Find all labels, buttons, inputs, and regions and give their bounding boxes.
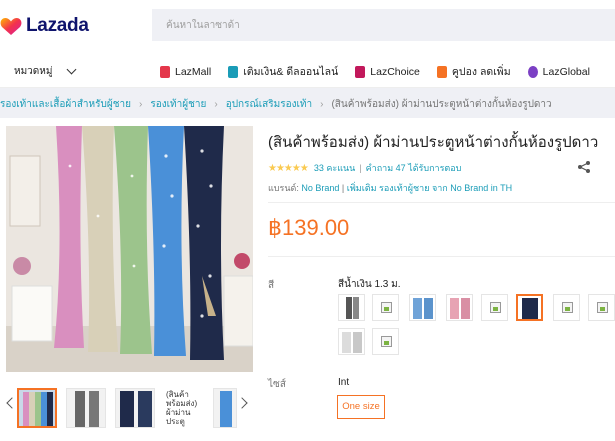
nav-link-lazmall[interactable]: LazMall bbox=[160, 63, 211, 80]
breadcrumb: รองเท้าและเสื้อผ้าสำหรับผู้ชาย › รองเท้าผู… bbox=[0, 88, 615, 118]
brand-row: แบรนด์: No Brand | เพิ่มเติม รองเท้าผู้ช… bbox=[268, 181, 512, 195]
swatch-image bbox=[342, 332, 362, 353]
chevron-right-icon[interactable] bbox=[236, 397, 248, 409]
color-swatch[interactable] bbox=[372, 294, 399, 321]
color-swatch[interactable] bbox=[338, 294, 365, 321]
lazada-heart-icon bbox=[0, 18, 22, 35]
thumbnail[interactable] bbox=[213, 388, 237, 428]
thumbnail-image bbox=[120, 391, 152, 427]
nav-link-lazchoice[interactable]: LazChoice bbox=[355, 63, 420, 80]
color-swatch[interactable] bbox=[409, 294, 436, 321]
chevron-down-icon bbox=[67, 64, 77, 75]
brand-label: แบรนด์: bbox=[268, 183, 299, 193]
selected-color-name: สีน้ำเงิน 1.3 ม. bbox=[338, 279, 401, 290]
separator: | bbox=[359, 163, 362, 173]
swatch-image bbox=[413, 298, 433, 319]
swatch-image bbox=[522, 298, 538, 319]
chevron-left-icon[interactable] bbox=[6, 397, 18, 409]
more-from-brand-link[interactable]: เพิ่มเติม รองเท้าผู้ชาย จาก No Brand in … bbox=[347, 183, 512, 193]
nav-link-label: คูปอง ลดเพิ่ม bbox=[451, 66, 511, 78]
nav-link-lazglobal[interactable]: LazGlobal bbox=[527, 63, 590, 80]
nav-link-topup[interactable]: เติมเงิน& ดีลออนไลน์ bbox=[228, 63, 338, 80]
coupon-icon bbox=[436, 65, 447, 78]
nav-link-label: LazMall bbox=[175, 65, 212, 78]
lazglobal-icon bbox=[527, 65, 538, 78]
broken-image-icon bbox=[381, 302, 392, 313]
rating-count-link[interactable]: 33 คะแนน bbox=[314, 161, 355, 175]
swatch-image bbox=[450, 298, 470, 319]
breadcrumb-separator-icon: › bbox=[138, 99, 143, 110]
breadcrumb-separator-icon: › bbox=[214, 99, 218, 110]
thumbnail[interactable] bbox=[17, 388, 57, 428]
questions-link[interactable]: คำถาม 47 ได้รับการตอบ bbox=[366, 161, 462, 175]
divider bbox=[268, 256, 615, 257]
lazada-logo[interactable]: Lazada bbox=[0, 14, 89, 38]
color-swatch[interactable] bbox=[481, 294, 508, 321]
top-bar: Lazada ค้นหาในลาซาด้า bbox=[0, 0, 615, 52]
share-icon[interactable] bbox=[577, 160, 591, 174]
brand-link[interactable]: No Brand bbox=[301, 183, 339, 193]
categories-menu[interactable]: หมวดหมู่ bbox=[14, 64, 77, 79]
breadcrumb-item[interactable]: รองเท้าและเสื้อผ้าสำหรับผู้ชาย bbox=[0, 99, 131, 110]
thumbnail-strip: (สินค้าพร้อมส่ง) ผ้าม่านประตู bbox=[0, 382, 260, 432]
product-title: (สินค้าพร้อมส่ง) ผ้าม่านประตูหน้าต่างกั้… bbox=[268, 134, 599, 151]
thumbnail-image bbox=[23, 392, 53, 426]
nav-link-label: เติมเงิน& ดีลออนไลน์ bbox=[243, 66, 339, 78]
color-swatch[interactable] bbox=[553, 294, 580, 321]
color-swatch[interactable] bbox=[338, 328, 365, 355]
broken-image-icon bbox=[562, 302, 573, 313]
size-option-button[interactable]: One size bbox=[337, 395, 385, 419]
thumbnail[interactable] bbox=[115, 388, 155, 428]
broken-image-icon bbox=[381, 336, 392, 347]
breadcrumb-item[interactable]: รองเท้าผู้ชาย bbox=[150, 99, 206, 110]
star-rating-icon: ★★★★★ bbox=[268, 162, 309, 174]
lazchoice-icon bbox=[355, 65, 366, 78]
nav-bar: หมวดหมู่ LazMall เติมเงิน& ดีลออนไลน์ La… bbox=[0, 52, 615, 88]
breadcrumb-item[interactable]: อุปกรณ์เสริมรองเท้า bbox=[226, 99, 312, 110]
topup-icon bbox=[228, 65, 239, 78]
lazmall-icon bbox=[160, 65, 170, 78]
divider bbox=[268, 202, 615, 203]
rating-row: ★★★★★ 33 คะแนน | คำถาม 47 ได้รับการตอบ bbox=[268, 161, 461, 175]
size-value: Int bbox=[338, 377, 350, 388]
color-swatch[interactable] bbox=[446, 294, 473, 321]
breadcrumb-separator-icon: › bbox=[320, 99, 324, 110]
color-label: สี bbox=[268, 280, 275, 291]
thumbnail-image bbox=[220, 391, 232, 427]
color-swatch[interactable] bbox=[372, 328, 399, 355]
categories-label: หมวดหมู่ bbox=[14, 66, 53, 77]
size-label: ไซส์ bbox=[268, 379, 286, 390]
logo-text: Lazada bbox=[26, 15, 89, 36]
nav-link-label: LazChoice bbox=[370, 65, 420, 78]
nav-links: LazMall เติมเงิน& ดีลออนไลน์ LazChoice ค… bbox=[160, 63, 607, 80]
nav-link-coupon[interactable]: คูปอง ลดเพิ่ม bbox=[436, 63, 511, 80]
curtain-photo bbox=[6, 126, 253, 372]
product-main-image[interactable] bbox=[6, 126, 253, 372]
breadcrumb-current: (สินค้าพร้อมส่ง) ผ้าม่านประตูหน้าต่างกั้… bbox=[331, 99, 552, 110]
search-input[interactable]: ค้นหาในลาซาด้า bbox=[152, 9, 615, 41]
nav-link-label: LazGlobal bbox=[542, 65, 590, 78]
color-swatch[interactable] bbox=[588, 294, 615, 321]
color-swatch-selected[interactable] bbox=[516, 294, 543, 321]
thumbnail[interactable] bbox=[66, 388, 106, 428]
product-price: ฿139.00 bbox=[268, 215, 350, 240]
thumbnail-broken-image[interactable]: (สินค้าพร้อมส่ง) ผ้าม่านประตู bbox=[164, 388, 204, 428]
broken-image-icon bbox=[490, 302, 501, 313]
broken-image-icon bbox=[597, 302, 608, 313]
swatch-image bbox=[346, 297, 359, 319]
thumbnail-image bbox=[75, 391, 99, 427]
